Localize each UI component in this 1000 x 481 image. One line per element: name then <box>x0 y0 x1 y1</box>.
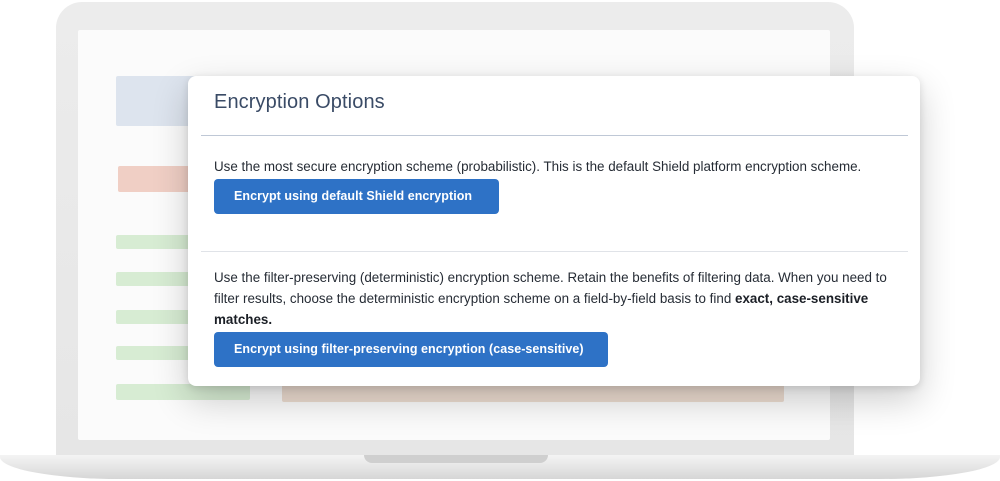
divider <box>201 135 908 136</box>
marketing-illustration: Encryption Options Use the most secure e… <box>0 0 1000 481</box>
divider <box>201 251 908 252</box>
background-tan-row <box>282 384 784 402</box>
dialog-title: Encryption Options <box>214 91 385 113</box>
option-probabilistic: Use the most secure encryption scheme (p… <box>214 156 902 214</box>
option-description: Use the filter-preserving (deterministic… <box>214 267 902 330</box>
laptop-notch <box>364 455 548 463</box>
encrypt-default-button[interactable]: Encrypt using default Shield encryption <box>214 179 499 214</box>
option-description: Use the most secure encryption scheme (p… <box>214 159 862 174</box>
background-green-row <box>116 384 250 400</box>
encryption-options-dialog: Encryption Options Use the most secure e… <box>188 76 920 386</box>
encrypt-filter-preserving-button[interactable]: Encrypt using filter-preserving encrypti… <box>214 332 608 367</box>
option-deterministic: Use the filter-preserving (deterministic… <box>214 267 902 367</box>
